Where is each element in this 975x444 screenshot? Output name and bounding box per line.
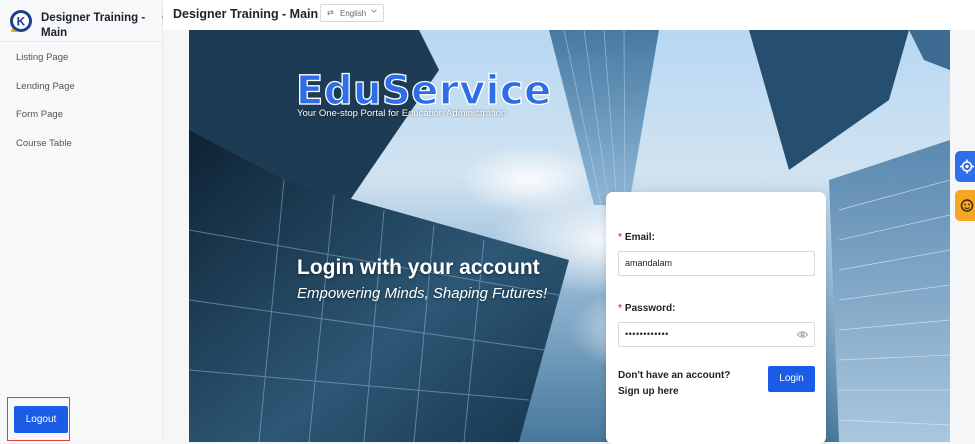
assistant-float-button[interactable]: [955, 190, 975, 221]
password-field[interactable]: ••••••••••••: [618, 322, 815, 347]
language-select[interactable]: ⇄ English: [320, 4, 384, 22]
required-asterisk: *: [618, 232, 622, 243]
page-title: Designer Training - Main: [173, 7, 319, 21]
language-value: English: [340, 9, 367, 18]
email-label: * Email:: [618, 232, 655, 243]
chevron-down-icon: [371, 9, 377, 13]
face-icon: [960, 199, 974, 212]
required-asterisk: *: [618, 303, 622, 314]
signup-link[interactable]: Sign up here: [618, 384, 730, 400]
password-label: * Password:: [618, 303, 675, 314]
signup-prompt: Don't have an account? Sign up here: [618, 368, 730, 400]
hero-heading: Login with your account: [297, 256, 540, 279]
sidebar: K Designer Training - Main ‹ Listing Pag…: [0, 0, 165, 442]
password-label-text: Password:: [624, 303, 676, 314]
gear-icon: [960, 159, 974, 174]
email-field[interactable]: amandalam: [618, 251, 815, 276]
swap-icon: ⇄: [327, 8, 334, 17]
sidebar-item-listing-page[interactable]: Listing Page: [0, 44, 162, 73]
logout-highlight: Logout: [7, 397, 70, 441]
sidebar-item-lending-page[interactable]: Lending Page: [0, 73, 162, 102]
brand-header: K Designer Training - Main ‹: [0, 0, 165, 42]
logo-tagline: Your One-stop Portal for Education Admin…: [297, 108, 507, 119]
email-label-text: Email:: [624, 232, 655, 243]
hero-banner: EduService Your One-stop Portal for Educ…: [189, 30, 950, 442]
signup-question: Don't have an account?: [618, 370, 731, 381]
login-card: * Email: amandalam * Password: •••••••••••…: [606, 192, 826, 444]
sidebar-nav: Listing Page Lending Page Form Page Cour…: [0, 44, 162, 158]
settings-float-button[interactable]: [955, 151, 975, 182]
sidebar-item-course-table[interactable]: Course Table: [0, 130, 162, 159]
password-value: ••••••••••••: [625, 329, 669, 339]
sidebar-item-form-page[interactable]: Form Page: [0, 101, 162, 130]
eye-icon[interactable]: [797, 330, 808, 339]
brand-title: Designer Training - Main: [41, 12, 146, 39]
hero-subheading: Empowering Minds, Shaping Futures!: [297, 285, 548, 302]
email-value: amandalam: [625, 258, 673, 268]
logout-button[interactable]: Logout: [14, 406, 68, 433]
k-logo-icon[interactable]: K: [9, 9, 33, 33]
svg-text:K: K: [17, 15, 26, 29]
top-header: Designer Training - Main ⇄ English: [163, 0, 975, 30]
login-button[interactable]: Login: [768, 366, 815, 392]
